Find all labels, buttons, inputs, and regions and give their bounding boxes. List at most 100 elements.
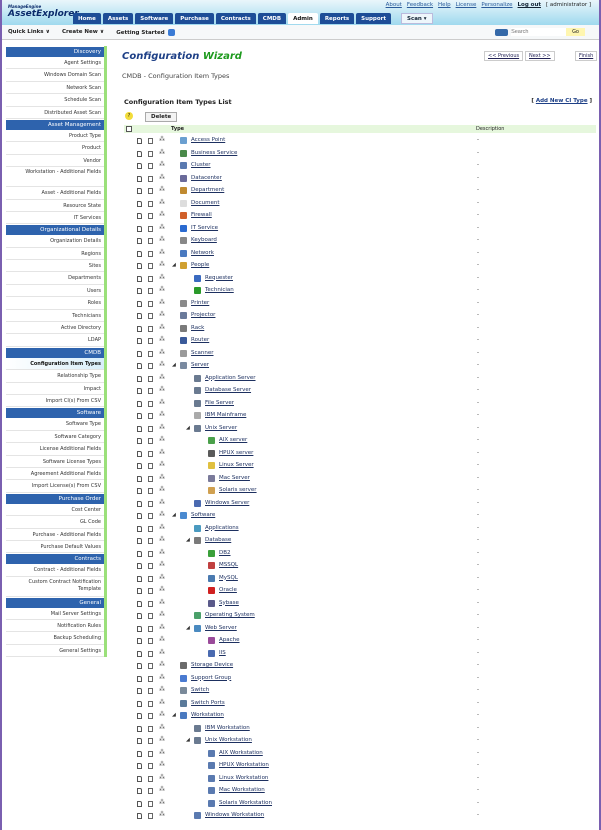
search-scope-icon[interactable] [495,28,509,36]
relationship-icon[interactable]: ⁂ [159,799,165,806]
edit-icon[interactable] [137,288,142,294]
delete-icon[interactable] [148,650,153,657]
delete-icon[interactable] [148,275,153,282]
edit-icon[interactable] [137,275,142,282]
ci-type-link[interactable]: Support Group [191,675,231,681]
relationship-icon[interactable]: ⁂ [159,636,165,643]
relationship-icon[interactable]: ⁂ [159,599,165,606]
relationship-icon[interactable]: ⁂ [159,499,165,506]
scan-menu[interactable]: Scan ▾ [400,13,433,24]
ci-type-link[interactable]: Application Server [205,375,256,381]
delete-icon[interactable] [148,625,153,632]
ci-type-link[interactable]: Applications [205,525,239,531]
delete-icon[interactable] [148,563,153,569]
delete-icon[interactable] [148,663,153,669]
ci-type-link[interactable]: Business Service [191,150,237,156]
collapse-icon[interactable]: ◢ [186,425,190,431]
delete-button[interactable]: Delete [145,112,178,122]
relationship-icon[interactable]: ⁂ [159,149,165,156]
relationship-icon[interactable]: ⁂ [159,524,165,531]
ci-type-link[interactable]: People [191,262,209,268]
ci-type-link[interactable]: Unix Workstation [205,737,252,743]
delete-icon[interactable] [148,400,153,407]
relationship-icon[interactable]: ⁂ [159,286,165,293]
edit-icon[interactable] [137,538,142,544]
delete-icon[interactable] [148,488,153,494]
relationship-icon[interactable]: ⁂ [159,761,165,768]
tab-support[interactable]: Support [356,13,391,24]
relationship-icon[interactable]: ⁂ [159,399,165,406]
sidebar-item[interactable]: Roles [6,297,104,310]
delete-icon[interactable] [148,500,153,507]
edit-icon[interactable] [137,313,142,319]
delete-icon[interactable] [148,150,153,157]
ci-type-link[interactable]: Mac Workstation [219,787,265,793]
sidebar-item[interactable]: Workstation - Additional Fields [6,167,104,188]
sidebar-item[interactable]: Vendor [6,155,104,168]
sidebar-item[interactable]: Regions [6,248,104,261]
ci-type-link[interactable]: Storage Device [191,662,233,668]
delete-icon[interactable] [148,800,153,807]
delete-icon[interactable] [148,700,153,707]
relationship-icon[interactable]: ⁂ [159,336,165,343]
edit-icon[interactable] [137,525,142,532]
edit-icon[interactable] [137,163,142,169]
delete-icon[interactable] [148,438,153,444]
sidebar-item[interactable]: Impact [6,383,104,395]
ci-type-link[interactable]: Department [191,187,224,193]
collapse-icon[interactable]: ◢ [172,512,176,518]
edit-icon[interactable] [137,200,142,207]
sidebar-item[interactable]: Notification Rules [6,620,104,633]
edit-icon[interactable] [137,775,142,782]
sidebar-item[interactable]: Import License(s) From CSV [6,480,104,493]
collapse-icon[interactable]: ◢ [172,362,176,368]
delete-icon[interactable] [148,138,153,144]
relationship-icon[interactable]: ⁂ [159,699,165,706]
getting-started-link[interactable]: Getting Started [116,28,175,36]
edit-icon[interactable] [137,350,142,357]
relationship-icon[interactable]: ⁂ [159,311,165,318]
relationship-icon[interactable]: ⁂ [159,624,165,631]
sidebar-item[interactable]: IT Services [6,212,104,225]
ci-type-link[interactable]: Operating System [205,612,255,618]
relationship-icon[interactable]: ⁂ [159,386,165,393]
top-link-about[interactable]: About [386,2,402,8]
ci-type-link[interactable]: AIX Workstation [219,750,263,756]
app-logo[interactable]: ManageEngine AssetExplorer [8,4,79,19]
delete-icon[interactable] [148,788,153,794]
delete-icon[interactable] [148,750,153,757]
edit-icon[interactable] [137,450,142,457]
relationship-icon[interactable]: ⁂ [159,549,165,556]
edit-icon[interactable] [137,688,142,694]
delete-icon[interactable] [148,200,153,207]
relationship-icon[interactable]: ⁂ [159,324,165,331]
edit-icon[interactable] [137,188,142,194]
edit-icon[interactable] [137,650,142,657]
sidebar-item[interactable]: Backup Scheduling [6,632,104,645]
ci-type-link[interactable]: Oracle [219,587,237,593]
edit-icon[interactable] [137,488,142,494]
sidebar-item[interactable]: Software Type [6,418,104,431]
ci-type-link[interactable]: IIS [219,650,226,656]
ci-type-link[interactable]: Printer [191,300,209,306]
create-new-menu[interactable]: Create New ∨ [62,29,104,35]
ci-type-link[interactable]: Linux Server [219,462,254,468]
delete-icon[interactable] [148,350,153,357]
edit-icon[interactable] [137,600,142,607]
top-link-license[interactable]: License [456,2,477,8]
edit-icon[interactable] [137,563,142,569]
relationship-icon[interactable]: ⁂ [159,211,165,218]
edit-icon[interactable] [137,725,142,732]
ci-type-link[interactable]: Web Server [205,625,237,631]
delete-icon[interactable] [148,763,153,769]
sidebar-item[interactable]: Software License Types [6,456,104,468]
delete-icon[interactable] [148,263,153,269]
edit-icon[interactable] [137,638,142,644]
relationship-icon[interactable]: ⁂ [159,486,165,493]
sidebar-item[interactable]: Mail Server Settings [6,608,104,621]
sidebar-item[interactable]: Departments [6,272,104,285]
edit-icon[interactable] [137,675,142,682]
sidebar-item[interactable]: Custom Contract Notification Template [6,577,104,597]
delete-icon[interactable] [148,538,153,544]
previous-button[interactable]: << Previous [484,51,524,61]
